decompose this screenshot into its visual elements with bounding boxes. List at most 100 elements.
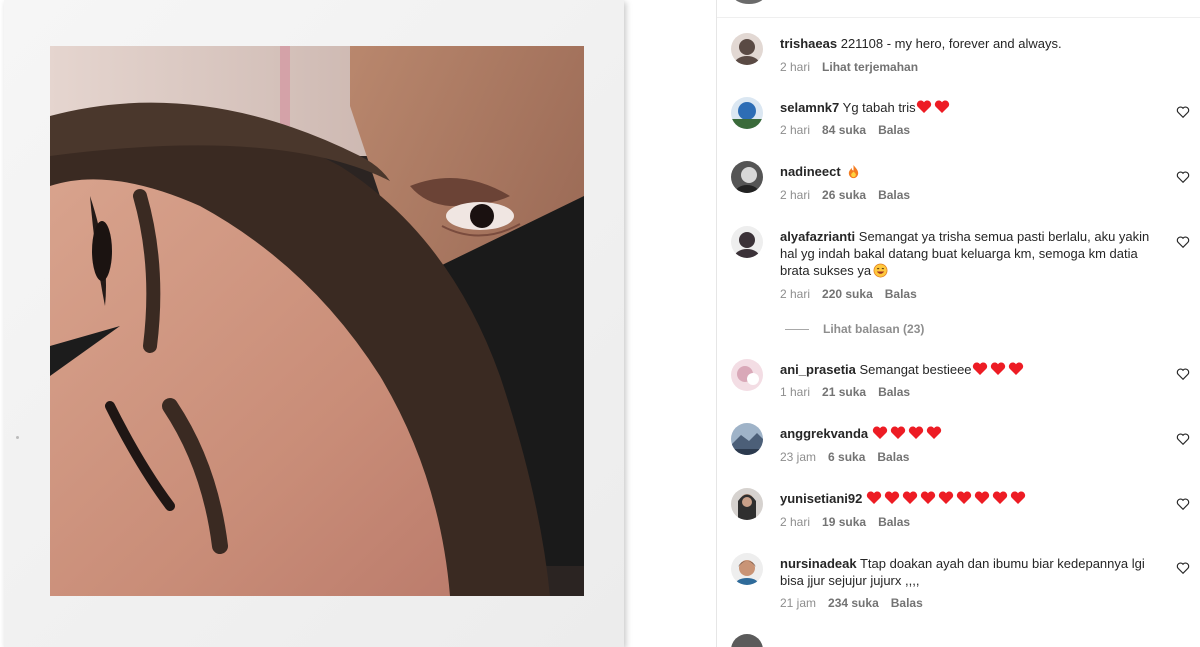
heart-like-icon[interactable] [1176, 561, 1190, 575]
comment-meta: 23 jam 6 suka Balas [780, 450, 921, 464]
comment-body: anggrekvanda [780, 425, 1165, 442]
heart-emoji-icon [926, 426, 941, 439]
previous-comment-avatar [733, 0, 765, 4]
avatar-image [731, 423, 763, 455]
avatar-image [731, 97, 763, 129]
comment-meta: 2 hari 26 suka Balas [780, 188, 922, 202]
comment-time[interactable]: 23 jam [780, 450, 816, 464]
heart-emoji-icon [934, 100, 949, 113]
comment-meta: 21 jam 234 suka Balas [780, 596, 935, 610]
view-replies-button[interactable]: Lihat balasan (23) [785, 320, 924, 338]
comment-username[interactable]: trishaeas [780, 36, 837, 51]
heart-emoji-icon [884, 491, 900, 504]
avatar-image [731, 359, 763, 391]
comment-text: Yg tabah tris [842, 100, 916, 115]
reply-button[interactable]: Balas [878, 123, 910, 137]
comment-likes[interactable]: 220 suka [822, 287, 873, 301]
comment-likes[interactable]: 84 suka [822, 123, 866, 137]
comments-top-separator [717, 17, 1200, 18]
comment-username[interactable]: nadineect [780, 164, 841, 179]
comment-time[interactable]: 2 hari [780, 287, 810, 301]
heart-emojis [866, 491, 1028, 506]
comment-time[interactable]: 2 hari [780, 515, 810, 529]
comment-username[interactable]: anggrekvanda [780, 426, 868, 441]
heart-like-icon[interactable] [1176, 432, 1190, 446]
heart-like-icon[interactable] [1176, 367, 1190, 381]
polaroid-frame [4, 0, 624, 647]
comment-meta: 2 hari Lihat terjemahan [780, 60, 930, 74]
comment-username[interactable]: ani_prasetia [780, 362, 856, 377]
avatar[interactable] [731, 488, 763, 520]
heart-emoji-icon [972, 362, 987, 375]
avatar[interactable] [731, 161, 763, 193]
comment-body: selamnk7 Yg tabah tris [780, 99, 1165, 116]
comment-likes[interactable]: 21 suka [822, 385, 866, 399]
comment-time[interactable]: 2 hari [780, 188, 810, 202]
comment-body: nadineect [780, 163, 1165, 180]
heart-emoji-icon [890, 426, 905, 439]
comment-time[interactable]: 21 jam [780, 596, 816, 610]
comment-body: trishaeas 221108 - my hero, forever and … [780, 35, 1165, 52]
post-photo[interactable] [50, 46, 584, 596]
next-comment-avatar[interactable] [731, 634, 763, 647]
photo-illustration [50, 46, 584, 596]
reply-button[interactable]: Balas [885, 287, 917, 301]
comment-username[interactable]: nursinadeak [780, 556, 857, 571]
comment-body: ani_prasetia Semangat bestieee [780, 361, 1165, 378]
comment-meta: 2 hari 220 suka Balas [780, 287, 929, 301]
comment-likes[interactable]: 19 suka [822, 515, 866, 529]
comment-meta: 2 hari 19 suka Balas [780, 515, 922, 529]
smile-emoji-icon [873, 263, 888, 278]
heart-emoji-icon [974, 491, 990, 504]
comment-meta: 2 hari 84 suka Balas [780, 123, 922, 137]
reply-button[interactable]: Balas [877, 450, 909, 464]
comments-panel: trishaeas 221108 - my hero, forever and … [717, 0, 1200, 647]
comment-time[interactable]: 2 hari [780, 60, 810, 74]
avatar[interactable] [731, 359, 763, 391]
comment-text: 221108 - my hero, forever and always. [840, 36, 1062, 51]
comment-username[interactable]: alyafazrianti [780, 229, 855, 244]
avatar-image [731, 161, 763, 193]
frame-speck [16, 436, 19, 439]
comment-likes[interactable]: 6 suka [828, 450, 865, 464]
heart-like-icon[interactable] [1176, 235, 1190, 249]
comment-username[interactable]: selamnk7 [780, 100, 839, 115]
comment-text: Semangat bestieee [859, 362, 972, 377]
avatar[interactable] [731, 33, 763, 65]
post-media [0, 0, 716, 647]
heart-emoji-icon [992, 491, 1008, 504]
see-translation-button[interactable]: Lihat terjemahan [822, 60, 918, 74]
fire-emoji-icon [849, 164, 859, 179]
reply-button[interactable]: Balas [878, 385, 910, 399]
heart-emojis [972, 362, 1026, 377]
heart-emoji-icon [920, 491, 936, 504]
avatar-image [731, 226, 763, 258]
reply-button[interactable]: Balas [891, 596, 923, 610]
comment-body: nursinadeak Ttap doakan ayah dan ibumu b… [780, 555, 1165, 589]
comment-time[interactable]: 1 hari [780, 385, 810, 399]
avatar[interactable] [731, 423, 763, 455]
view-replies-label: Lihat balasan (23) [823, 322, 925, 336]
reply-button[interactable]: Balas [878, 188, 910, 202]
heart-emoji-icon [916, 100, 931, 113]
comment-time[interactable]: 2 hari [780, 123, 810, 137]
heart-emoji-icon [938, 491, 954, 504]
comment-body: yunisetiani92 [780, 490, 1165, 507]
avatar[interactable] [731, 226, 763, 258]
comment-likes[interactable]: 26 suka [822, 188, 866, 202]
replies-line [785, 328, 809, 330]
avatar[interactable] [731, 97, 763, 129]
heart-emoji-icon [1010, 491, 1026, 504]
heart-like-icon[interactable] [1176, 497, 1190, 511]
avatar-image [731, 553, 763, 585]
avatar-image [731, 33, 763, 65]
comment-likes[interactable]: 234 suka [828, 596, 879, 610]
avatar[interactable] [731, 553, 763, 585]
comment-username[interactable]: yunisetiani92 [780, 491, 862, 506]
heart-emoji-icon [908, 426, 923, 439]
comment-body: alyafazrianti Semangat ya trisha semua p… [780, 228, 1165, 279]
reply-button[interactable]: Balas [878, 515, 910, 529]
heart-like-icon[interactable] [1176, 105, 1190, 119]
heart-emoji-icon [902, 491, 918, 504]
heart-like-icon[interactable] [1176, 170, 1190, 184]
